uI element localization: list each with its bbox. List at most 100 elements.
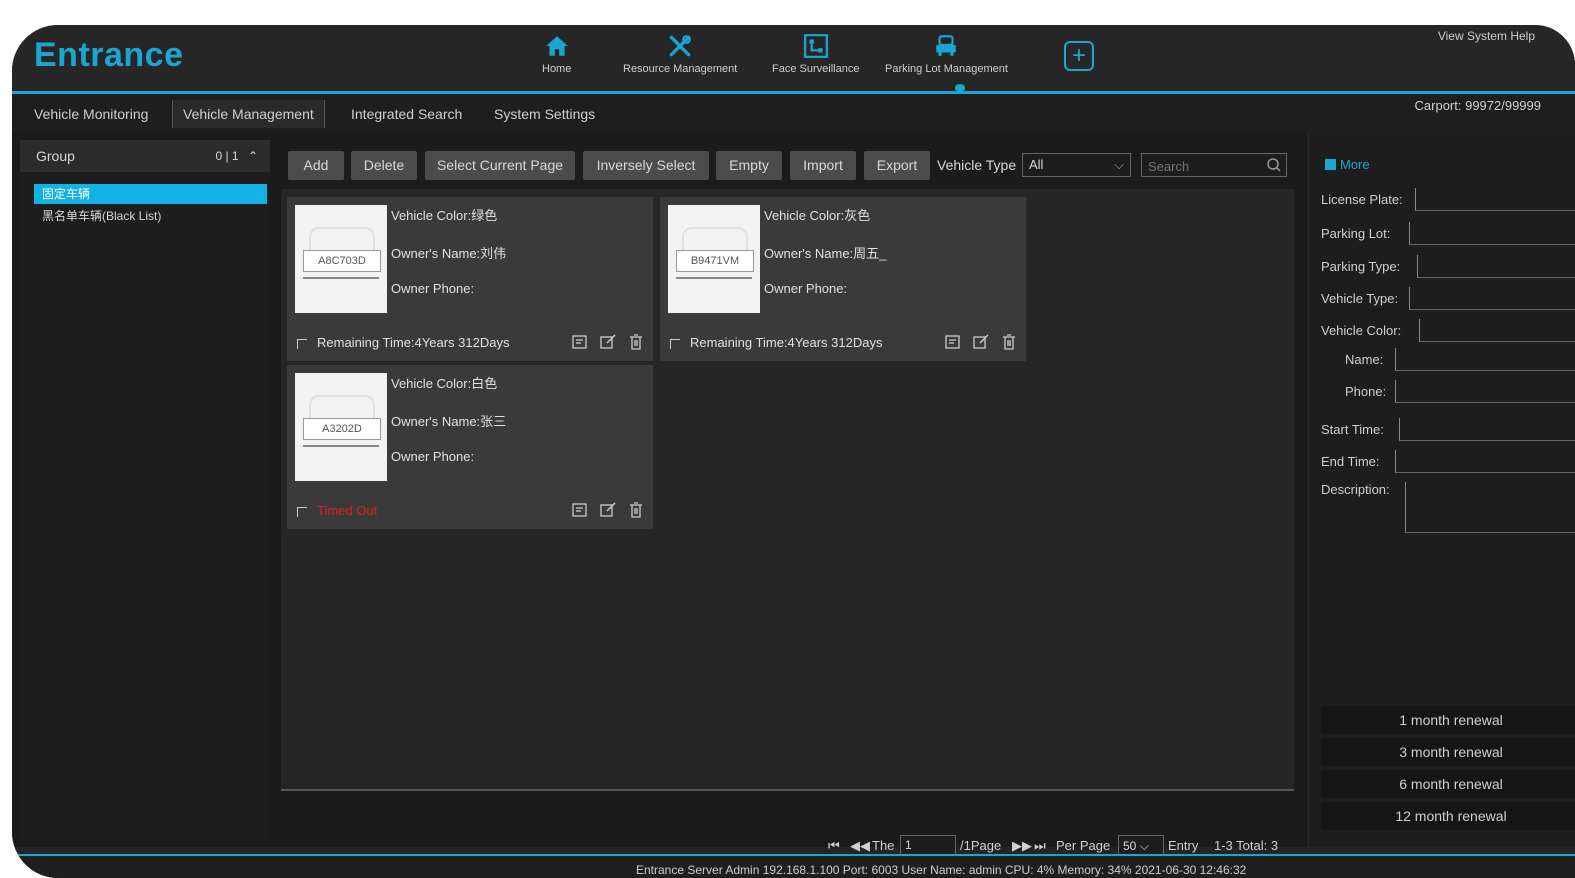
parking-lot-input[interactable]: [1409, 222, 1575, 245]
vehicle-thumbnail: A8C703D: [295, 205, 387, 313]
remaining-time: Remaining Time:4Years 312Days: [317, 335, 510, 350]
inversely-select-button[interactable]: Inversely Select: [583, 151, 709, 180]
card-actions: [944, 333, 1018, 351]
search-icon[interactable]: [1266, 157, 1282, 173]
more-icon: [1325, 159, 1336, 170]
parking-type-input[interactable]: [1417, 255, 1575, 278]
per-page-value: 50: [1123, 839, 1137, 853]
add-button[interactable]: Add: [288, 151, 344, 180]
phone-label: Phone:: [1345, 384, 1387, 399]
renew-12-month-button[interactable]: 12 month renewal: [1321, 802, 1575, 830]
name-label: Name:: [1345, 352, 1384, 367]
renew-icon[interactable]: [571, 501, 589, 519]
tab-vehicle-management[interactable]: Vehicle Management: [172, 100, 325, 128]
renew-3-month-button[interactable]: 3 month renewal: [1321, 738, 1575, 766]
trash-icon[interactable]: [627, 333, 645, 351]
tab-vehicle-monitoring[interactable]: Vehicle Monitoring: [24, 100, 158, 128]
vehicle-type-select[interactable]: All ⌵: [1022, 153, 1131, 177]
tab-bar: Vehicle Monitoring Vehicle Management In…: [12, 94, 1575, 132]
group-item-fixed[interactable]: 固定车辆: [34, 184, 267, 204]
per-page-select[interactable]: 50 ⌵: [1118, 835, 1164, 855]
nav-parking-lot-management-label: Parking Lot Management: [885, 63, 1008, 75]
end-time-input[interactable]: [1395, 450, 1575, 473]
vehicle-type-field-label: Vehicle Type:: [1321, 291, 1399, 306]
vehicle-color: Vehicle Color:白色: [391, 376, 498, 391]
header: Entrance Home Resource Management Face S…: [12, 25, 1575, 92]
delete-button[interactable]: Delete: [351, 151, 417, 180]
phone-input[interactable]: [1395, 380, 1575, 403]
export-button[interactable]: Export: [864, 151, 930, 180]
vehicle-card[interactable]: B9471VM Vehicle Color:灰色 Owner's Name:周五…: [660, 197, 1026, 361]
tab-system-settings[interactable]: System Settings: [484, 100, 605, 128]
thumbnail-divider: [676, 277, 752, 279]
renew-icon[interactable]: [571, 333, 589, 351]
edit-icon[interactable]: [599, 501, 617, 519]
nav-resource-management[interactable]: Resource Management: [623, 33, 737, 75]
edit-icon[interactable]: [972, 333, 990, 351]
group-item-blacklist[interactable]: 黑名单车辆(Black List): [42, 206, 161, 226]
card-actions: [571, 333, 645, 351]
more-label: More: [1340, 157, 1370, 172]
nav-home[interactable]: Home: [542, 33, 571, 75]
vehicle-grid: A8C703D Vehicle Color:绿色 Owner's Name:刘伟…: [281, 189, 1294, 791]
renew-6-month-button[interactable]: 6 month renewal: [1321, 770, 1575, 798]
empty-button[interactable]: Empty: [716, 151, 782, 180]
group-count: 0 | 1 ⌃: [215, 149, 258, 163]
vehicle-type-value: All: [1029, 157, 1044, 172]
more-link[interactable]: More: [1325, 157, 1370, 172]
search-box[interactable]: [1141, 153, 1287, 178]
select-current-page-button[interactable]: Select Current Page: [425, 151, 575, 180]
vehicle-type-label: Vehicle Type: [937, 157, 1017, 173]
license-plate-input[interactable]: [1415, 188, 1575, 211]
app-window: Entrance Home Resource Management Face S…: [12, 25, 1575, 878]
start-time-input[interactable]: [1399, 418, 1575, 441]
end-time-label: End Time:: [1321, 454, 1380, 469]
carport-count: Carport: 99972/99999: [1414, 98, 1541, 113]
card-checkbox[interactable]: [297, 507, 307, 517]
owner-phone: Owner Phone:: [391, 281, 475, 296]
renew-icon[interactable]: [944, 333, 962, 351]
tab-integrated-search[interactable]: Integrated Search: [341, 100, 472, 128]
nav-home-label: Home: [542, 63, 572, 75]
group-panel: Group 0 | 1 ⌃ 固定车辆 黑名单车辆(Black List): [20, 140, 270, 840]
license-plate-label: License Plate:: [1321, 192, 1403, 207]
plate-number: A3202D: [303, 418, 381, 440]
vehicle-thumbnail: A3202D: [295, 373, 387, 481]
name-input[interactable]: [1395, 348, 1575, 371]
nav-face-surveillance-label: Face Surveillance: [772, 63, 860, 75]
chevron-down-icon: ⌵: [1114, 157, 1124, 172]
vehicle-color-input[interactable]: [1419, 319, 1575, 342]
vehicle-card[interactable]: A3202D Vehicle Color:白色 Owner's Name:张三 …: [287, 365, 653, 529]
parking-lot-label: Parking Lot:: [1321, 226, 1391, 241]
edit-icon[interactable]: [599, 333, 617, 351]
parking-type-label: Parking Type:: [1321, 259, 1401, 274]
add-module-icon[interactable]: +: [1064, 41, 1094, 71]
car-icon: [936, 35, 957, 56]
vehicle-type-input[interactable]: [1409, 287, 1575, 310]
description-input[interactable]: [1405, 482, 1575, 533]
trash-icon[interactable]: [1000, 333, 1018, 351]
page-number-input[interactable]: [900, 835, 956, 855]
help-link[interactable]: View System Help: [1438, 29, 1535, 43]
chevron-up-icon[interactable]: ⌃: [248, 149, 258, 163]
card-actions: [571, 501, 645, 519]
import-button[interactable]: Import: [790, 151, 856, 180]
description-label: Description:: [1321, 482, 1390, 497]
group-header: Group 0 | 1 ⌃: [20, 140, 270, 172]
renew-1-month-button[interactable]: 1 month renewal: [1321, 706, 1575, 734]
details-panel: More License Plate: Parking Lot: Parking…: [1308, 132, 1575, 847]
vehicle-color: Vehicle Color:灰色: [764, 208, 871, 223]
main-area: Group 0 | 1 ⌃ 固定车辆 黑名单车辆(Black List) Add…: [12, 132, 1575, 855]
owner-phone: Owner Phone:: [391, 449, 475, 464]
face-scan-icon: [803, 34, 828, 58]
search-input[interactable]: [1142, 154, 1260, 178]
owner-name: Owner's Name:刘伟: [391, 246, 507, 261]
vehicle-card[interactable]: A8C703D Vehicle Color:绿色 Owner's Name:刘伟…: [287, 197, 653, 361]
card-checkbox[interactable]: [297, 339, 307, 349]
owner-name: Owner's Name:周五_: [764, 246, 887, 261]
nav-parking-lot-management[interactable]: Parking Lot Management: [885, 33, 1008, 75]
card-checkbox[interactable]: [670, 339, 680, 349]
trash-icon[interactable]: [627, 501, 645, 519]
app-logo: Entrance: [34, 36, 184, 74]
nav-face-surveillance[interactable]: Face Surveillance: [772, 33, 859, 75]
